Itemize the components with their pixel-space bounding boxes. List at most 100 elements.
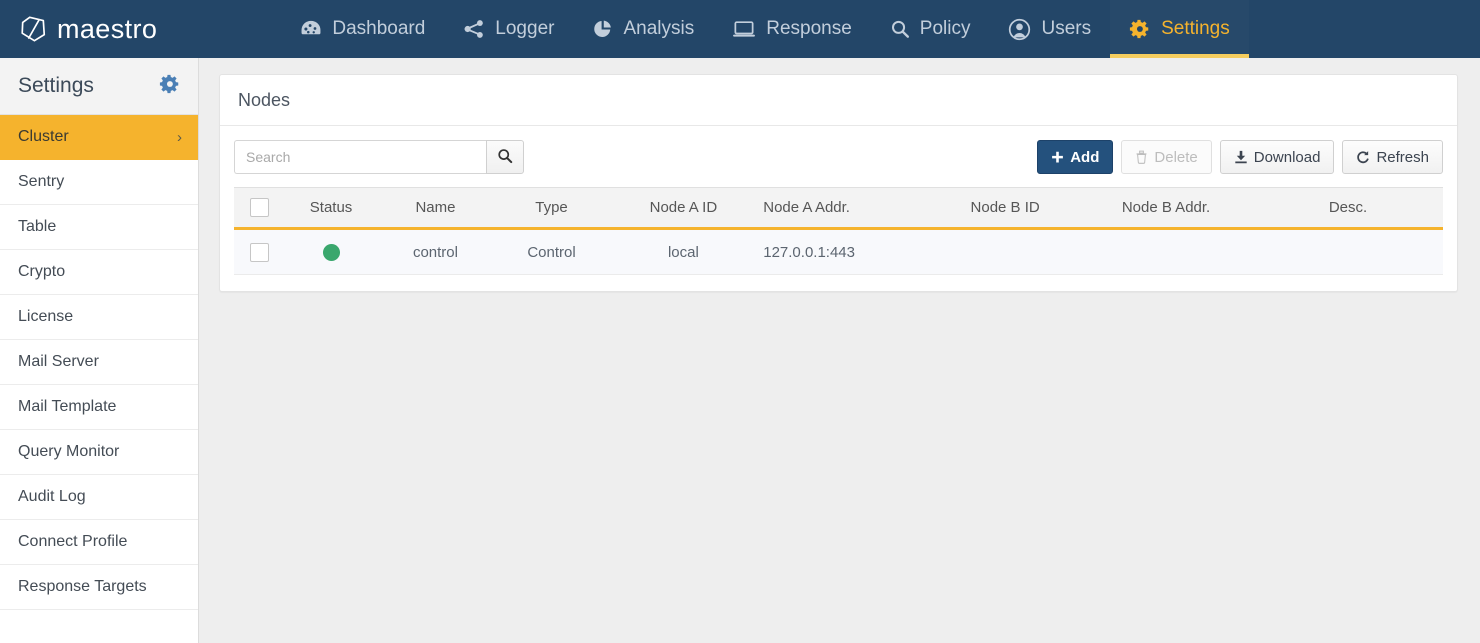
download-button[interactable]: Download xyxy=(1219,140,1335,174)
column-header-node-a-id[interactable]: Node A ID xyxy=(609,187,758,230)
search-button[interactable] xyxy=(486,140,524,174)
nav-item-logger[interactable]: Logger xyxy=(444,0,573,58)
action-buttons: Add Delete Download Refresh xyxy=(1037,140,1443,174)
nav-item-response[interactable]: Response xyxy=(713,0,871,58)
sidebar-item-label: Mail Server xyxy=(18,353,99,370)
laptop-icon xyxy=(732,19,756,39)
column-header-select-all xyxy=(234,187,285,230)
nodes-table: Status Name Type Node A ID Node A Addr. … xyxy=(234,187,1443,275)
sidebar-item-partial[interactable] xyxy=(0,610,198,643)
row-checkbox[interactable] xyxy=(249,242,269,262)
gear-icon xyxy=(1129,18,1151,40)
sidebar-item-label: Table xyxy=(18,218,57,235)
search-icon xyxy=(890,19,910,39)
chevron-right-icon: › xyxy=(177,128,182,146)
share-alt-icon xyxy=(463,19,485,39)
pie-chart-icon xyxy=(592,19,613,39)
sidebar-item-label: License xyxy=(18,308,74,325)
user-circle-icon xyxy=(1008,18,1031,41)
nav-item-label: Dashboard xyxy=(332,18,426,39)
nodes-panel: Nodes Search Add Delete Download Refresh… xyxy=(219,74,1458,292)
nav-item-dashboard[interactable]: Dashboard xyxy=(281,0,444,58)
table-body: control Control local 127.0.0.1:443 xyxy=(234,228,1443,275)
sidebar-item-label: Sentry xyxy=(18,173,65,190)
plus-icon xyxy=(1051,151,1064,164)
nav-item-settings[interactable]: Settings xyxy=(1110,0,1249,58)
table-row[interactable]: control Control local 127.0.0.1:443 xyxy=(234,228,1443,275)
nav-item-label: Response xyxy=(766,18,852,39)
column-header-desc[interactable]: Desc. xyxy=(1253,187,1443,230)
panel-header: Nodes xyxy=(220,75,1457,126)
nav-item-label: Analysis xyxy=(623,18,695,39)
refresh-button-label: Refresh xyxy=(1376,148,1429,166)
sidebar-item-audit-log[interactable]: Audit Log xyxy=(0,475,198,520)
sidebar-item-sentry[interactable]: Sentry xyxy=(0,160,198,205)
nav-item-label: Users xyxy=(1041,18,1092,39)
column-header-node-b-addr[interactable]: Node B Addr. xyxy=(1078,187,1254,230)
search-group xyxy=(234,140,524,174)
maestro-pentagon-slash-icon xyxy=(21,16,46,42)
sidebar-item-label: Query Monitor xyxy=(18,443,120,460)
add-button[interactable]: Add xyxy=(1037,140,1114,174)
sidebar-item-query-monitor[interactable]: Query Monitor xyxy=(0,430,198,475)
delete-button[interactable]: Delete xyxy=(1121,140,1212,174)
refresh-button[interactable]: Refresh xyxy=(1342,140,1443,174)
refresh-icon xyxy=(1356,150,1370,164)
table-toolbar: Add Delete xyxy=(234,140,1443,174)
delete-button-label: Delete xyxy=(1154,148,1198,166)
sidebar-item-label: Response Targets xyxy=(18,578,147,595)
sidebar-item-label: Mail Template xyxy=(18,398,117,415)
sidebar-item-label: Connect Profile xyxy=(18,533,128,550)
sidebar-item-connect-profile[interactable]: Connect Profile xyxy=(0,520,198,565)
sidebar-item-cluster[interactable]: Cluster › xyxy=(0,115,198,160)
nav-item-users[interactable]: Users xyxy=(989,0,1110,58)
main-content: Nodes Search Add Delete Download Refresh… xyxy=(199,58,1480,643)
table-header: Status Name Type Node A ID Node A Addr. … xyxy=(234,187,1443,230)
settings-sidebar: Settings Cluster › Sentry Table Crypto L… xyxy=(0,58,199,643)
add-button-label: Add xyxy=(1070,148,1100,166)
sidebar-item-label: Audit Log xyxy=(18,488,86,505)
gear-icon[interactable] xyxy=(159,73,181,100)
sidebar-item-mail-template[interactable]: Mail Template xyxy=(0,385,198,430)
column-header-type[interactable]: Type xyxy=(493,187,610,230)
navbar-items: Dashboard Logger Analysis Response Polic… xyxy=(281,0,1249,58)
dashboard-gauge-icon xyxy=(300,19,322,39)
page-body: Settings Cluster › Sentry Table Crypto L… xyxy=(0,58,1480,643)
search-icon xyxy=(497,148,513,167)
column-header-name[interactable]: Name xyxy=(377,187,494,230)
row-type-cell: Control xyxy=(493,228,610,275)
sidebar-item-crypto[interactable]: Crypto xyxy=(0,250,198,295)
column-header-status[interactable]: Status xyxy=(284,187,378,230)
page-title: Nodes xyxy=(238,89,291,110)
sidebar-item-label: Cluster xyxy=(18,128,69,145)
sidebar-item-mail-server[interactable]: Mail Server xyxy=(0,340,198,385)
sidebar-item-license[interactable]: License xyxy=(0,295,198,340)
status-badge xyxy=(322,243,340,261)
row-node-a-addr-cell: 127.0.0.1:443 xyxy=(757,228,932,275)
nav-item-label: Policy xyxy=(919,18,971,39)
row-node-b-addr-cell xyxy=(1078,228,1254,275)
nav-item-policy[interactable]: Policy xyxy=(871,0,990,58)
sidebar-item-label: Crypto xyxy=(18,263,66,280)
sidebar-header: Settings xyxy=(0,58,198,115)
select-all-checkbox[interactable] xyxy=(249,198,269,217)
column-header-node-b-id[interactable]: Node B ID xyxy=(931,187,1079,230)
row-status-cell xyxy=(284,228,378,275)
row-name-cell: control xyxy=(377,228,494,275)
sidebar-title: Settings xyxy=(18,74,94,97)
download-icon xyxy=(1234,150,1248,164)
nav-item-label: Logger xyxy=(495,18,555,39)
table-header-row: Status Name Type Node A ID Node A Addr. … xyxy=(234,187,1443,230)
top-navbar: maestro Dashboard Logger Analysis Respon… xyxy=(0,0,1480,58)
row-node-a-id-cell: local xyxy=(609,228,758,275)
row-desc-cell xyxy=(1253,228,1443,275)
brand-name: maestro xyxy=(57,13,158,44)
search-input[interactable] xyxy=(234,140,486,174)
row-node-b-id-cell xyxy=(931,228,1079,275)
sidebar-item-response-targets[interactable]: Response Targets xyxy=(0,565,198,610)
trash-icon xyxy=(1135,150,1148,164)
brand-logo-link[interactable]: maestro xyxy=(0,0,173,58)
column-header-node-a-addr[interactable]: Node A Addr. xyxy=(757,187,932,230)
sidebar-item-table[interactable]: Table xyxy=(0,205,198,250)
nav-item-analysis[interactable]: Analysis xyxy=(573,0,713,58)
